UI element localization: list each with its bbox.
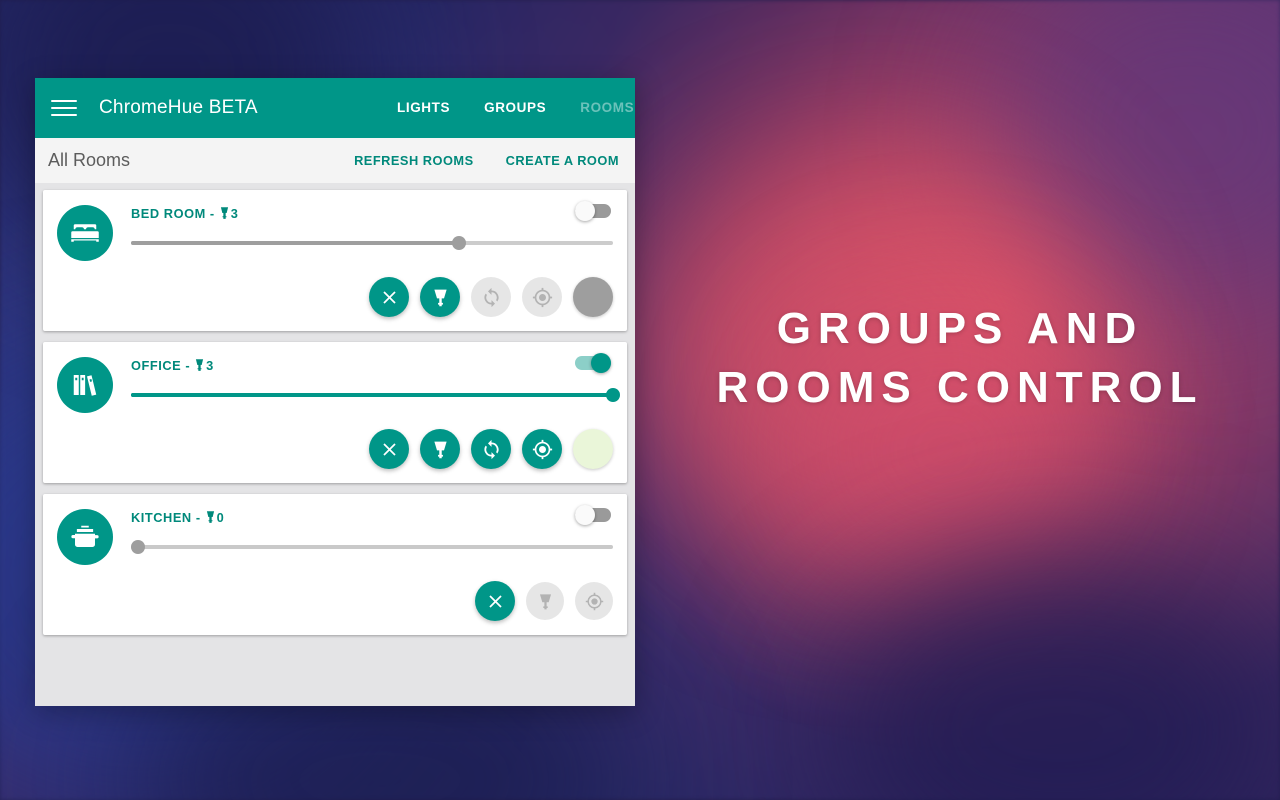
sync-icon-button[interactable]	[471, 277, 511, 317]
room-label-separator: -	[195, 510, 201, 525]
slider-fill	[131, 393, 613, 397]
light-bulb-icon-button[interactable]	[420, 277, 460, 317]
promo-line-1: GROUPS AND	[776, 304, 1144, 353]
room-card-body: BED ROOM - 3	[113, 202, 613, 251]
room-card-body: OFFICE - 3	[113, 354, 620, 403]
room-light-count: 0	[216, 510, 225, 525]
slider-thumb[interactable]	[451, 236, 466, 250]
room-name: KITCHEN	[131, 510, 192, 525]
close-icon-button[interactable]	[369, 429, 409, 469]
room-light-count: 3	[206, 358, 214, 373]
sync-icon-button[interactable]	[471, 429, 511, 469]
close-icon	[382, 290, 396, 304]
light-bulb-icon-button[interactable]	[420, 429, 460, 469]
room-power-toggle[interactable]	[575, 353, 611, 373]
brightness-slider[interactable]	[131, 387, 620, 403]
room-actions	[57, 581, 613, 621]
sync-icon	[483, 287, 499, 307]
promo-line-2: ROOMS CONTROL	[716, 362, 1204, 412]
target-icon-button[interactable]	[575, 582, 613, 620]
close-icon	[382, 442, 396, 456]
tab-groups[interactable]: GROUPS	[467, 78, 563, 138]
cooking-pot-icon	[57, 509, 113, 565]
room-card-header: KITCHEN - 0	[57, 506, 613, 565]
close-icon	[488, 594, 502, 608]
light-bulb-icon	[433, 289, 447, 306]
room-card-header: BED ROOM - 3	[57, 202, 613, 261]
tab-rooms[interactable]: ROOMS	[563, 78, 635, 138]
room-label: KITCHEN - 0	[131, 510, 613, 525]
target-icon-button[interactable]	[522, 429, 562, 469]
target-icon	[585, 592, 603, 610]
room-name: OFFICE	[131, 358, 182, 373]
sync-icon	[483, 439, 499, 459]
brightness-slider[interactable]	[131, 539, 613, 555]
app-window: ChromeHue BETA LIGHTS GROUPS ROOMS All R…	[35, 78, 635, 706]
room-label-separator: -	[185, 358, 191, 373]
room-card[interactable]: BED ROOM - 3	[43, 190, 627, 331]
tab-lights[interactable]: LIGHTS	[380, 78, 467, 138]
light-bulb-icon-button[interactable]	[526, 582, 564, 620]
room-label: BED ROOM - 3	[131, 206, 613, 221]
sub-header-actions: REFRESH ROOMS CREATE A ROOM	[354, 138, 619, 183]
slider-fill	[131, 241, 459, 245]
promo-caption: GROUPS AND ROOMS CONTROL	[660, 300, 1260, 417]
room-label-separator: -	[209, 206, 215, 221]
room-label: OFFICE - 3	[131, 358, 613, 373]
room-list: BED ROOM - 3 OFFICE - 3 KITCHEN - 0	[35, 183, 635, 635]
toggle-knob	[591, 353, 611, 373]
room-color-swatch[interactable]	[573, 277, 613, 317]
slider-track	[131, 545, 613, 549]
light-bulb-icon	[195, 359, 204, 372]
create-a-room-button[interactable]: CREATE A ROOM	[506, 153, 619, 168]
room-card[interactable]: OFFICE - 3	[43, 342, 627, 483]
hamburger-menu-icon[interactable]	[49, 93, 79, 123]
room-card-body: KITCHEN - 0	[113, 506, 613, 555]
close-icon-button[interactable]	[369, 277, 409, 317]
sub-header: All Rooms REFRESH ROOMS CREATE A ROOM	[35, 138, 635, 183]
room-color-swatch[interactable]	[573, 429, 613, 469]
slider-thumb[interactable]	[131, 540, 145, 554]
room-card[interactable]: KITCHEN - 0	[43, 494, 627, 635]
light-bulb-icon	[433, 441, 447, 458]
refresh-rooms-button[interactable]: REFRESH ROOMS	[354, 153, 474, 168]
brightness-slider[interactable]	[131, 235, 613, 251]
app-title: ChromeHue BETA	[99, 97, 258, 118]
slider-thumb[interactable]	[606, 388, 620, 402]
app-bar: ChromeHue BETA LIGHTS GROUPS ROOMS	[35, 78, 635, 138]
target-icon	[532, 287, 552, 307]
bed-icon	[57, 205, 113, 261]
books-icon	[57, 357, 113, 413]
room-power-toggle[interactable]	[575, 505, 611, 525]
room-name: BED ROOM	[131, 206, 206, 221]
toggle-knob	[575, 201, 595, 221]
target-icon	[532, 439, 552, 459]
close-icon-button[interactable]	[475, 581, 515, 621]
room-light-count: 3	[230, 206, 239, 221]
light-bulb-icon	[539, 593, 551, 609]
room-card-header: OFFICE - 3	[57, 354, 620, 413]
tab-bar: LIGHTS GROUPS ROOMS	[380, 78, 635, 138]
room-actions	[57, 429, 613, 469]
light-bulb-icon	[220, 207, 229, 220]
page-title: All Rooms	[48, 150, 131, 170]
toggle-knob	[575, 505, 595, 525]
light-bulb-icon	[206, 511, 215, 524]
target-icon-button[interactable]	[522, 277, 562, 317]
room-power-toggle[interactable]	[575, 201, 611, 221]
room-actions	[57, 277, 613, 317]
